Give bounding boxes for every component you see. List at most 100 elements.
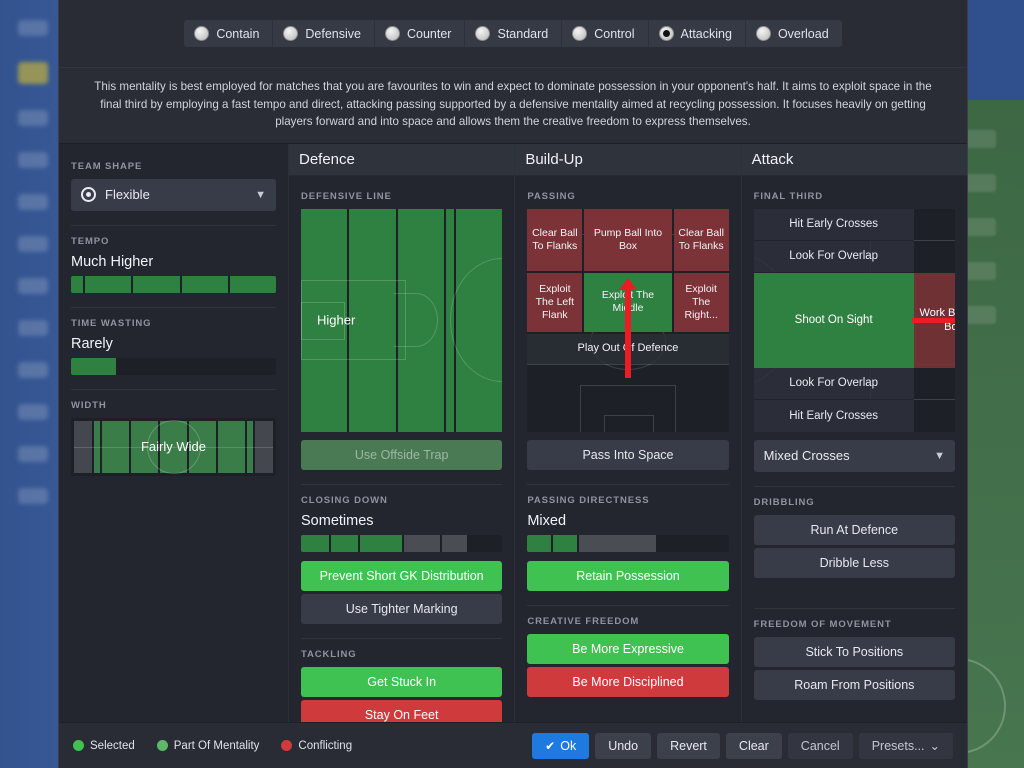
final-third-look-for-overlap-bottom[interactable]: Look For Overlap [754,368,914,400]
desktop-icon-column [18,20,52,768]
mentality-bar: Contain Defensive Counter Standard Contr… [59,0,967,68]
mentality-option-standard[interactable]: Standard [465,20,562,47]
tackling-label: TACKLING [301,649,502,660]
mentality-option-overload[interactable]: Overload [746,20,842,47]
pass-cell-clear-ball-to-flanks-left[interactable]: Clear Ball To Flanks [527,209,582,271]
mentality-radio-group[interactable]: Contain Defensive Counter Standard Contr… [184,20,841,47]
ok-button[interactable]: ✔ Ok [532,733,589,759]
final-third-shoot-on-sight[interactable]: Shoot On Sight [754,273,914,368]
team-shape-select[interactable]: Flexible ▼ [71,179,276,211]
mentality-option-defensive[interactable]: Defensive [273,20,375,47]
final-third-look-for-overlap-top[interactable]: Look For Overlap [754,241,914,273]
passing-label: PASSING [527,191,728,202]
tempo-bar[interactable] [71,276,276,293]
mentality-option-counter[interactable]: Counter [375,20,465,47]
width-label: WIDTH [71,400,276,411]
chevron-down-icon: ▼ [934,450,945,462]
desktop-icon [18,152,48,168]
column-attack: Attack FINAL THIRD Hit Early Crosses Loo… [742,144,967,723]
column-title-buildup: Build-Up [515,144,740,176]
radio-selected-icon [659,26,674,41]
radio-icon [194,26,209,41]
mentality-option-label: Overload [778,27,829,41]
mentality-option-label: Contain [216,27,259,41]
time-wasting-bar[interactable] [71,358,276,375]
divider [301,638,502,639]
pass-cell-pump-ball-into-box[interactable]: Pump Ball Into Box [584,209,671,271]
stay-on-feet-button[interactable]: Stay On Feet [301,700,502,723]
desktop-icon [18,320,48,336]
desktop-icon [18,488,48,504]
closing-down-label: CLOSING DOWN [301,495,502,506]
closing-down-segment [301,535,329,552]
column-title-attack: Attack [742,144,967,176]
presets-button[interactable]: Presets... ⌄ [859,733,953,759]
final-third-hit-early-crosses-bottom[interactable]: Hit Early Crosses [754,400,914,432]
desktop-icon [18,404,48,420]
tempo-segment [230,276,276,293]
pass-cell-exploit-the-left-flank[interactable]: Exploit The Left Flank [527,273,582,332]
desktop-icon [18,194,48,210]
retain-possession-button[interactable]: Retain Possession [527,561,728,591]
directness-segment [579,535,656,552]
passing-directness-bar[interactable] [527,535,728,552]
mentality-option-control[interactable]: Control [562,20,648,47]
desktop-icon [18,236,48,252]
desktop-icon [18,278,48,294]
revert-button[interactable]: Revert [657,733,720,759]
mentality-description: This mentality is best employed for matc… [59,68,967,144]
final-third-row: Hit Early Crosses [754,400,955,432]
tactics-content: TEAM SHAPE Flexible ▼ TEMPO Much Higher … [59,144,967,723]
defensive-line-selector[interactable]: Higher [301,209,502,432]
dribbling-label: DRIBBLING [754,497,955,508]
be-more-expressive-button[interactable]: Be More Expressive [527,634,728,664]
undo-button[interactable]: Undo [595,733,651,759]
pass-cell-exploit-the-right-flank[interactable]: Exploit The Right... [674,273,729,332]
width-pitch-selector[interactable]: Fairly Wide [71,418,276,476]
legend-dot-selected [73,740,84,751]
time-wasting-fill [71,358,116,375]
mentality-option-contain[interactable]: Contain [184,20,273,47]
roam-from-positions-button[interactable]: Roam From Positions [754,670,955,700]
prevent-short-gk-distribution-button[interactable]: Prevent Short GK Distribution [301,561,502,591]
final-third-selector[interactable]: Hit Early Crosses Look For Overlap Shoot… [754,209,955,432]
be-more-disciplined-button[interactable]: Be More Disciplined [527,667,728,697]
dribble-less-button[interactable]: Dribble Less [754,548,955,578]
far-six-yard-box-line [604,415,654,432]
directness-segment [658,535,729,552]
use-tighter-marking-button[interactable]: Use Tighter Marking [301,594,502,624]
final-third-hit-early-crosses-top[interactable]: Hit Early Crosses [754,209,914,241]
closing-down-bar[interactable] [301,535,502,552]
use-offside-trap-button[interactable]: Use Offside Trap [301,440,502,470]
footer-button-group: ✔ Ok Undo Revert Clear Cancel Presets...… [532,733,953,759]
radio-icon [475,26,490,41]
legend-label: Conflicting [298,740,352,752]
defensive-line-band [456,209,502,432]
mentality-option-attacking[interactable]: Attacking [649,20,746,47]
tempo-value: Much Higher [71,254,276,270]
time-wasting-value: Rarely [71,336,276,352]
pass-cell-clear-ball-to-flanks-right[interactable]: Clear Ball To Flanks [674,209,729,271]
crosses-select[interactable]: Mixed Crosses ▼ [754,440,955,472]
time-wasting-label: TIME WASTING [71,318,276,329]
column-defence: Defence DEFENSIVE LINE Higher [289,144,515,723]
cancel-button[interactable]: Cancel [788,733,853,759]
creative-freedom-label: CREATIVE FREEDOM [527,616,728,627]
stick-to-positions-button[interactable]: Stick To Positions [754,637,955,667]
clear-button[interactable]: Clear [726,733,782,759]
tempo-segment [71,276,83,293]
radio-icon [283,26,298,41]
get-stuck-in-button[interactable]: Get Stuck In [301,667,502,697]
presets-button-label: Presets... [872,739,925,753]
directness-segment [527,535,551,552]
closing-down-segment [442,535,467,552]
run-at-defence-button[interactable]: Run At Defence [754,515,955,545]
tempo-segment [133,276,179,293]
pass-into-space-button[interactable]: Pass Into Space [527,440,728,470]
passing-grid-selector[interactable]: Clear Ball To Flanks Pump Ball Into Box … [527,209,728,432]
far-penalty-area-line [580,385,677,432]
mentality-option-label: Defensive [305,27,361,41]
column-buildup: Build-Up PASSING Clear Bal [515,144,741,723]
legend-label: Part Of Mentality [174,740,260,752]
direction-arrow-icon [912,318,955,323]
